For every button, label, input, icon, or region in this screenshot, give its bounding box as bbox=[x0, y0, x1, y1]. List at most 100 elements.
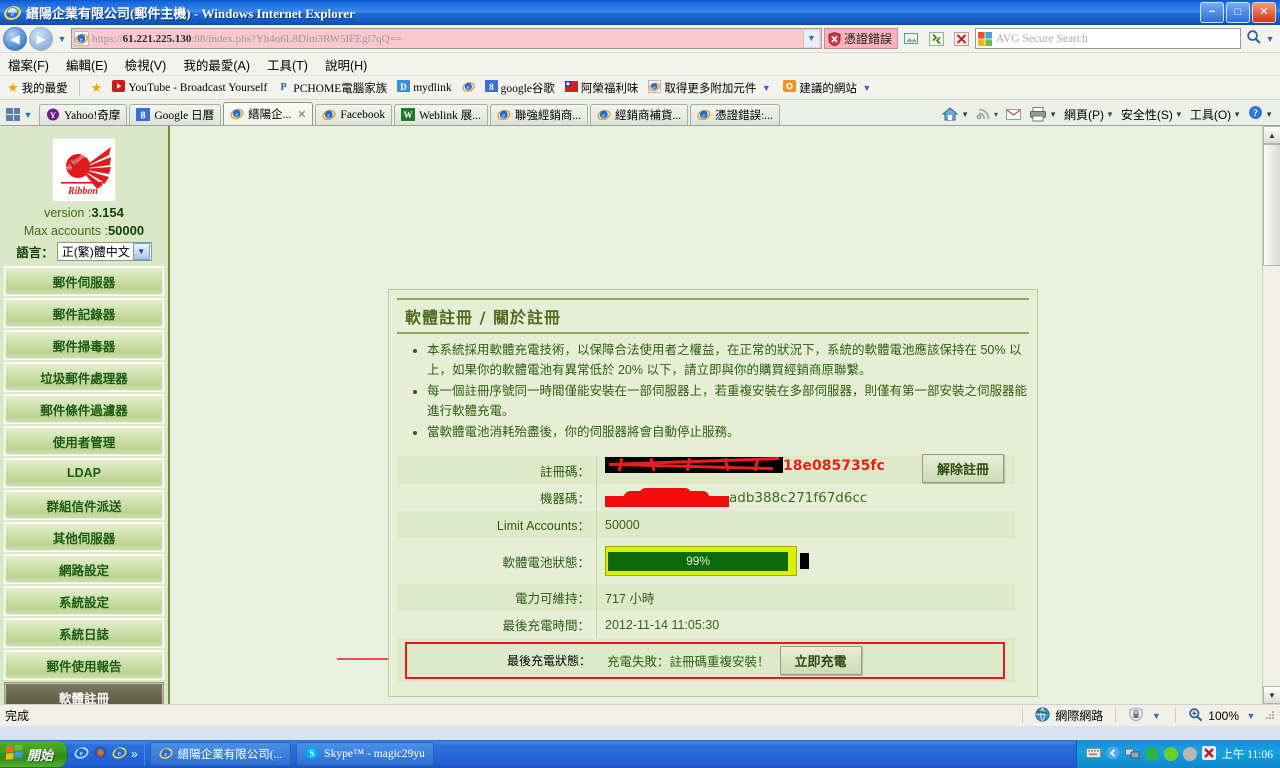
tab-lianqiang[interactable]: e 聯強經銷商... bbox=[489, 104, 588, 125]
favorite-get-more-addons[interactable]: e 取得更多附加元件 ▼ bbox=[646, 79, 775, 97]
menu-help[interactable]: 說明(H) bbox=[325, 55, 367, 74]
zoom-level[interactable]: 100% bbox=[1208, 709, 1239, 723]
tab-cert-error[interactable]: e 憑證錯誤:... bbox=[690, 104, 780, 125]
chevron-down-icon[interactable]: ▼ bbox=[1149, 711, 1163, 721]
chevron-down-icon[interactable]: ▼ bbox=[759, 83, 773, 93]
sidebar-item-group-mail[interactable]: 群組信件派送 bbox=[4, 490, 164, 520]
tab-list-caret-icon[interactable]: ▼ bbox=[21, 110, 35, 120]
forward-button[interactable]: ▶ bbox=[29, 26, 53, 51]
chevron-down-icon[interactable]: ▼ bbox=[1244, 711, 1258, 721]
refresh-button[interactable] bbox=[925, 27, 948, 50]
msn-icon[interactable] bbox=[1164, 747, 1179, 761]
chevron-down-icon[interactable]: ▼ bbox=[1233, 110, 1241, 119]
menu-tools[interactable]: 工具(T) bbox=[267, 55, 308, 74]
sidebar-item-system-settings[interactable]: 系統設定 bbox=[4, 586, 164, 616]
cmd-safety-menu[interactable]: 安全性(S) ▼ bbox=[1119, 106, 1185, 123]
tab-dealer-restock[interactable]: e 經銷商補貨... bbox=[589, 104, 689, 125]
zoom-icon[interactable] bbox=[1188, 707, 1203, 725]
charge-now-button[interactable]: 立即充電 bbox=[779, 645, 862, 675]
chevron-down-icon[interactable]: ▼ bbox=[961, 110, 969, 119]
tab-google-calendar[interactable]: 8 Google 日曆 bbox=[129, 104, 222, 125]
compatibility-view-button[interactable] bbox=[900, 27, 923, 50]
home-button[interactable]: ▼ bbox=[939, 106, 971, 122]
favorite-ie-link[interactable]: e bbox=[460, 79, 477, 97]
chevron-down-icon[interactable]: ▼ bbox=[1106, 110, 1114, 119]
chevron-down-icon[interactable]: ▼ bbox=[1049, 110, 1057, 119]
sidebar-item-mail-antivirus[interactable]: 郵件掃毒器 bbox=[4, 330, 164, 360]
back-button[interactable]: ◀ bbox=[3, 26, 27, 51]
tab-yahoo[interactable]: Y Yahoo!奇摩 bbox=[39, 104, 128, 125]
sidebar-item-software-registration[interactable]: 軟體註冊 bbox=[4, 682, 164, 704]
scroll-up-button[interactable]: ▲ bbox=[1263, 126, 1280, 144]
sidebar-item-network-settings[interactable]: 網路設定 bbox=[4, 554, 164, 584]
quick-tabs-button[interactable]: ▼ bbox=[4, 104, 39, 125]
address-dropdown-icon[interactable]: ▼ bbox=[802, 30, 819, 47]
address-input[interactable]: e https://61.221.225.130:88/index.phs?Yh… bbox=[71, 28, 822, 49]
sidebar-item-spam-handler[interactable]: 垃圾郵件處理器 bbox=[4, 362, 164, 392]
favorite-suggested-sites[interactable]: 建議的網站 ▼ bbox=[781, 79, 876, 97]
recent-pages-caret-icon[interactable]: ▼ bbox=[55, 34, 69, 44]
quick-launch-media-icon[interactable] bbox=[93, 745, 108, 763]
favorite-arong[interactable]: 阿榮福利味 bbox=[563, 79, 641, 97]
quick-launch-ie-icon[interactable]: e bbox=[74, 745, 89, 763]
quick-launch-more-icon[interactable]: » bbox=[131, 747, 138, 761]
favorite-mydlink[interactable]: D mydlink bbox=[395, 79, 453, 96]
chevron-down-icon[interactable]: ▼ bbox=[1175, 110, 1183, 119]
shield-ok-icon[interactable] bbox=[1145, 747, 1160, 761]
print-button[interactable]: ▼ bbox=[1027, 106, 1059, 122]
tab-close-icon[interactable]: ✕ bbox=[297, 108, 306, 121]
cmd-tools-menu[interactable]: 工具(O) ▼ bbox=[1188, 106, 1243, 123]
cmd-help-menu[interactable]: ? ▼ bbox=[1246, 105, 1275, 123]
menu-view[interactable]: 檢視(V) bbox=[125, 55, 167, 74]
sidebar-item-mail-filter[interactable]: 郵件條件過濾器 bbox=[4, 394, 164, 424]
search-provider-caret-icon[interactable]: ▼ bbox=[1263, 34, 1277, 44]
certificate-error-badge[interactable]: 憑證錯誤 bbox=[823, 28, 898, 49]
stop-button[interactable] bbox=[950, 27, 973, 50]
favorite-google[interactable]: 8 google谷歌 bbox=[483, 79, 557, 97]
menu-favorites[interactable]: 我的最愛(A) bbox=[183, 55, 250, 74]
scroll-down-button[interactable]: ▼ bbox=[1263, 686, 1280, 704]
resize-grip[interactable] bbox=[1263, 708, 1276, 724]
taskbar-task-skype[interactable]: S Skype™ - magic29yu bbox=[296, 742, 434, 766]
start-button[interactable]: 開始 bbox=[0, 741, 69, 767]
sidebar-item-other-servers[interactable]: 其他伺服器 bbox=[4, 522, 164, 552]
favorite-youtube[interactable]: YouTube - Broadcast Yourself bbox=[110, 79, 269, 96]
favorites-button[interactable]: ★ 我的最愛 bbox=[5, 79, 70, 97]
show-hidden-icons-button[interactable] bbox=[1106, 746, 1120, 763]
tab-jinyang-active[interactable]: e 縉陽企... ✕ bbox=[223, 102, 314, 125]
quick-launch-ie2-icon[interactable]: e bbox=[112, 745, 127, 763]
sidebar-item-ldap[interactable]: LDAP bbox=[4, 458, 164, 488]
disc-icon[interactable] bbox=[1183, 747, 1198, 761]
chevron-down-icon[interactable]: ▼ bbox=[132, 243, 150, 260]
sidebar-item-mail-logger[interactable]: 郵件記錄器 bbox=[4, 298, 164, 328]
sidebar-item-mail-usage-report[interactable]: 郵件使用報告 bbox=[4, 650, 164, 680]
chevron-down-icon[interactable]: ▾ bbox=[994, 110, 998, 119]
mail-button[interactable] bbox=[1003, 107, 1024, 121]
unregister-button[interactable]: 解除註冊 bbox=[921, 454, 1004, 483]
sidebar-item-mail-server[interactable]: 郵件伺服器 bbox=[4, 266, 164, 296]
scrollbar-thumb[interactable] bbox=[1263, 144, 1280, 266]
cmd-page-menu[interactable]: 網頁(P) ▼ bbox=[1062, 106, 1116, 123]
minimize-button[interactable]: − bbox=[1200, 2, 1224, 23]
language-select[interactable]: 正(繁)體中文 ▼ bbox=[56, 242, 152, 261]
tab-weblink[interactable]: W Weblink 展... bbox=[394, 104, 488, 125]
chevron-down-icon[interactable]: ▼ bbox=[1265, 110, 1273, 119]
favorite-pchome[interactable]: P PCHOME電腦家族 bbox=[275, 79, 389, 97]
menu-file[interactable]: 檔案(F) bbox=[8, 55, 49, 74]
sidebar-item-system-log[interactable]: 系統日誌 bbox=[4, 618, 164, 648]
search-go-button[interactable] bbox=[1246, 29, 1262, 48]
tray-clock[interactable]: 上午 11:06 bbox=[1221, 746, 1273, 762]
sidebar-item-user-management[interactable]: 使用者管理 bbox=[4, 426, 164, 456]
page-scrollbar[interactable]: ▲ ▼ bbox=[1262, 126, 1280, 704]
tab-facebook[interactable]: e Facebook bbox=[315, 104, 393, 125]
menu-edit[interactable]: 編輯(E) bbox=[66, 55, 108, 74]
maximize-button[interactable]: □ bbox=[1226, 2, 1250, 23]
keyboard-icon[interactable] bbox=[1086, 747, 1102, 762]
kaspersky-icon[interactable] bbox=[1202, 745, 1217, 763]
taskbar-task-ie[interactable]: e 縉陽企業有限公司(... bbox=[149, 742, 292, 766]
close-button[interactable]: ✕ bbox=[1252, 2, 1276, 23]
add-to-favorites-bar-button[interactable]: ★ bbox=[89, 80, 105, 95]
chevron-down-icon[interactable]: ▼ bbox=[860, 83, 874, 93]
network-icon[interactable] bbox=[1125, 746, 1140, 763]
search-input[interactable]: AVG Secure Search bbox=[975, 28, 1241, 49]
